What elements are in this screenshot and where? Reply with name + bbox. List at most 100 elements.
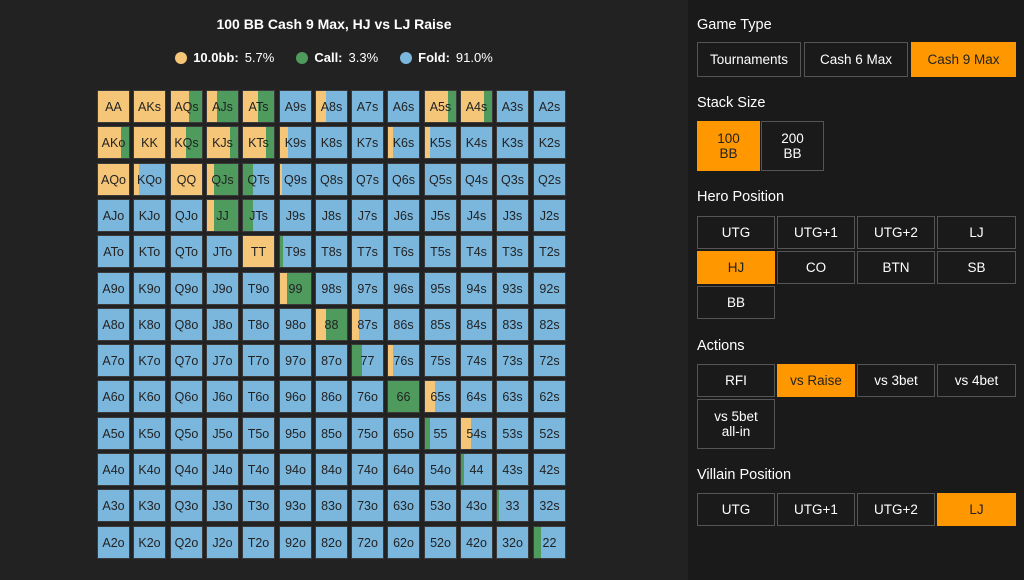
hand-cell-85s[interactable]: 85s — [424, 308, 457, 341]
hand-cell-KQs[interactable]: KQs — [170, 126, 203, 159]
villain-lj-button[interactable]: LJ — [937, 493, 1016, 526]
hand-cell-98s[interactable]: 98s — [315, 272, 348, 305]
hand-cell-QTo[interactable]: QTo — [170, 235, 203, 268]
hand-cell-33[interactable]: 33 — [496, 489, 529, 522]
hand-cell-86o[interactable]: 86o — [315, 380, 348, 413]
hand-cell-A4o[interactable]: A4o — [97, 453, 130, 486]
hand-cell-J2o[interactable]: J2o — [206, 526, 239, 559]
hero-lj-button[interactable]: LJ — [937, 216, 1016, 249]
hand-cell-K9s[interactable]: K9s — [279, 126, 312, 159]
hand-cell-Q9s[interactable]: Q9s — [279, 163, 312, 196]
hand-cell-TT[interactable]: TT — [242, 235, 275, 268]
hand-cell-22[interactable]: 22 — [533, 526, 566, 559]
hand-cell-A2s[interactable]: A2s — [533, 90, 566, 123]
hand-cell-T3s[interactable]: T3s — [496, 235, 529, 268]
hand-cell-ATs[interactable]: ATs — [242, 90, 275, 123]
hero-bb-button[interactable]: BB — [697, 286, 775, 319]
hand-cell-54o[interactable]: 54o — [424, 453, 457, 486]
action-vs-raise-button[interactable]: vs Raise — [777, 364, 855, 397]
hand-cell-62s[interactable]: 62s — [533, 380, 566, 413]
hero-utg1-button[interactable]: UTG+1 — [777, 216, 855, 249]
action-vs-3bet-button[interactable]: vs 3bet — [857, 364, 935, 397]
hand-cell-JTs[interactable]: JTs — [242, 199, 275, 232]
hand-cell-T9o[interactable]: T9o — [242, 272, 275, 305]
hand-cell-KK[interactable]: KK — [133, 126, 166, 159]
hand-cell-72s[interactable]: 72s — [533, 344, 566, 377]
hand-cell-83o[interactable]: 83o — [315, 489, 348, 522]
hand-cell-A9s[interactable]: A9s — [279, 90, 312, 123]
hand-cell-AQs[interactable]: AQs — [170, 90, 203, 123]
hand-cell-43o[interactable]: 43o — [460, 489, 493, 522]
villain-utg-button[interactable]: UTG — [697, 493, 775, 526]
hand-cell-K4s[interactable]: K4s — [460, 126, 493, 159]
hand-cell-92s[interactable]: 92s — [533, 272, 566, 305]
hand-cell-ATo[interactable]: ATo — [97, 235, 130, 268]
hand-cell-K9o[interactable]: K9o — [133, 272, 166, 305]
hand-cell-QJo[interactable]: QJo — [170, 199, 203, 232]
hand-cell-T6o[interactable]: T6o — [242, 380, 275, 413]
hand-cell-K7o[interactable]: K7o — [133, 344, 166, 377]
hand-cell-65s[interactable]: 65s — [424, 380, 457, 413]
hand-cell-A4s[interactable]: A4s — [460, 90, 493, 123]
hand-cell-96s[interactable]: 96s — [387, 272, 420, 305]
hand-cell-53o[interactable]: 53o — [424, 489, 457, 522]
hand-cell-QQ[interactable]: QQ — [170, 163, 203, 196]
hand-cell-K7s[interactable]: K7s — [351, 126, 384, 159]
hand-cell-T2o[interactable]: T2o — [242, 526, 275, 559]
villain-utg2-button[interactable]: UTG+2 — [857, 493, 935, 526]
hand-cell-K6s[interactable]: K6s — [387, 126, 420, 159]
hand-cell-QTs[interactable]: QTs — [242, 163, 275, 196]
hand-cell-A5s[interactable]: A5s — [424, 90, 457, 123]
hand-cell-QJs[interactable]: QJs — [206, 163, 239, 196]
hand-cell-T3o[interactable]: T3o — [242, 489, 275, 522]
action-vs-4bet-button[interactable]: vs 4bet — [937, 364, 1016, 397]
hand-cell-KQo[interactable]: KQo — [133, 163, 166, 196]
hand-cell-73o[interactable]: 73o — [351, 489, 384, 522]
hand-cell-T9s[interactable]: T9s — [279, 235, 312, 268]
hand-cell-AKs[interactable]: AKs — [133, 90, 166, 123]
hand-cell-J3o[interactable]: J3o — [206, 489, 239, 522]
hand-cell-65o[interactable]: 65o — [387, 417, 420, 450]
hand-cell-T8s[interactable]: T8s — [315, 235, 348, 268]
hero-btn-button[interactable]: BTN — [857, 251, 935, 284]
hand-cell-97s[interactable]: 97s — [351, 272, 384, 305]
hand-cell-A5o[interactable]: A5o — [97, 417, 130, 450]
hand-cell-T7s[interactable]: T7s — [351, 235, 384, 268]
hand-cell-J9o[interactable]: J9o — [206, 272, 239, 305]
hand-cell-Q4s[interactable]: Q4s — [460, 163, 493, 196]
hand-cell-83s[interactable]: 83s — [496, 308, 529, 341]
hand-cell-J7s[interactable]: J7s — [351, 199, 384, 232]
hand-cell-K3o[interactable]: K3o — [133, 489, 166, 522]
hand-cell-64o[interactable]: 64o — [387, 453, 420, 486]
hand-cell-82s[interactable]: 82s — [533, 308, 566, 341]
hand-cell-K3s[interactable]: K3s — [496, 126, 529, 159]
stack-200bb-button[interactable]: 200 BB — [761, 121, 824, 171]
hand-cell-T2s[interactable]: T2s — [533, 235, 566, 268]
hand-cell-62o[interactable]: 62o — [387, 526, 420, 559]
hand-cell-T5o[interactable]: T5o — [242, 417, 275, 450]
hand-cell-T5s[interactable]: T5s — [424, 235, 457, 268]
hand-cell-A8o[interactable]: A8o — [97, 308, 130, 341]
hand-cell-Q2s[interactable]: Q2s — [533, 163, 566, 196]
hand-cell-K2s[interactable]: K2s — [533, 126, 566, 159]
hand-cell-A6s[interactable]: A6s — [387, 90, 420, 123]
hand-cell-87o[interactable]: 87o — [315, 344, 348, 377]
hand-cell-AJs[interactable]: AJs — [206, 90, 239, 123]
hand-cell-T6s[interactable]: T6s — [387, 235, 420, 268]
hand-cell-52o[interactable]: 52o — [424, 526, 457, 559]
hand-cell-A8s[interactable]: A8s — [315, 90, 348, 123]
hand-cell-73s[interactable]: 73s — [496, 344, 529, 377]
hand-cell-Q7o[interactable]: Q7o — [170, 344, 203, 377]
action-vs-5bet-button[interactable]: vs 5bet all-in — [697, 399, 775, 449]
hand-cell-93o[interactable]: 93o — [279, 489, 312, 522]
hand-cell-44[interactable]: 44 — [460, 453, 493, 486]
hand-cell-74o[interactable]: 74o — [351, 453, 384, 486]
hand-cell-K8s[interactable]: K8s — [315, 126, 348, 159]
game-type-tournaments-button[interactable]: Tournaments — [697, 42, 801, 77]
hand-cell-99[interactable]: 99 — [279, 272, 312, 305]
hand-cell-A6o[interactable]: A6o — [97, 380, 130, 413]
hand-cell-95o[interactable]: 95o — [279, 417, 312, 450]
hand-cell-75o[interactable]: 75o — [351, 417, 384, 450]
hand-cell-85o[interactable]: 85o — [315, 417, 348, 450]
hand-cell-84o[interactable]: 84o — [315, 453, 348, 486]
